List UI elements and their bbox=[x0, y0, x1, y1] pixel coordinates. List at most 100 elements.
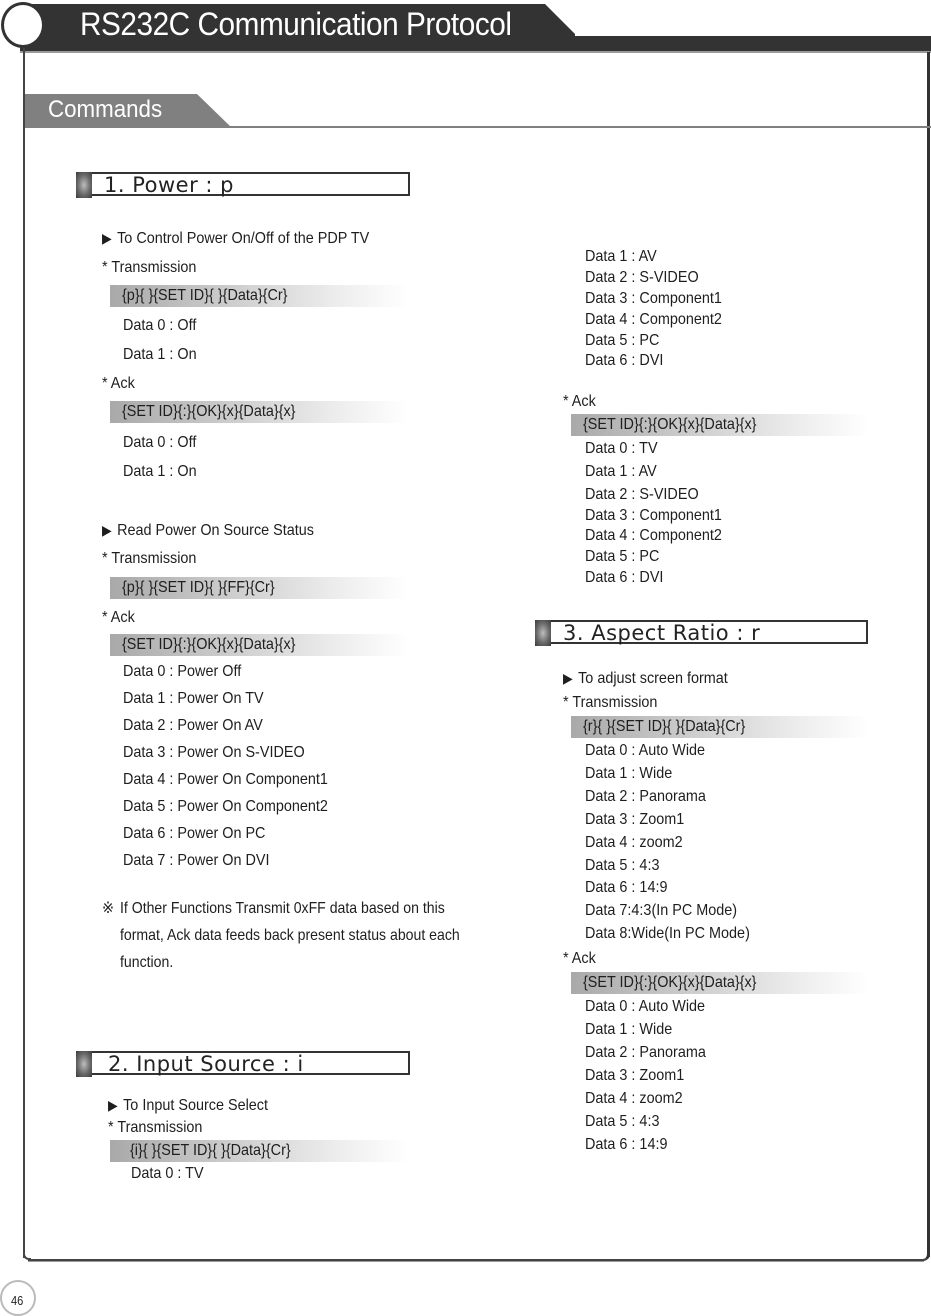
data-line: Data 5 : 4:3 bbox=[585, 1113, 660, 1130]
code-box: {SET ID}{:}{OK}{x}{Data}{x} bbox=[110, 401, 408, 423]
data-line: Data 4 : zoom2 bbox=[585, 1090, 683, 1107]
data-line: Data 4 : Component2 bbox=[585, 311, 722, 328]
code-text: {SET ID}{:}{OK}{x}{Data}{x} bbox=[122, 403, 296, 420]
data-line: Data 3 : Component1 bbox=[585, 507, 722, 524]
play-arrow-icon: ▶ bbox=[563, 670, 573, 686]
data-line: Data 0 : Off bbox=[123, 434, 197, 451]
data-line: Data 6 : 14:9 bbox=[585, 1136, 668, 1153]
data-line: Data 0 : TV bbox=[585, 440, 658, 457]
data-line: Data 0 : Power Off bbox=[123, 663, 242, 680]
section-title: Commands bbox=[48, 96, 163, 123]
frame-corner bbox=[23, 1252, 31, 1260]
bullet-line: ▶ To adjust screen format bbox=[563, 669, 728, 688]
description: To adjust screen format bbox=[578, 670, 728, 687]
bullet-line: ▶ To Input Source Select bbox=[108, 1096, 268, 1115]
data-line: Data 0 : Auto Wide bbox=[585, 742, 706, 759]
code-text: {r}{ }{SET ID}{ }{Data}{Cr} bbox=[583, 718, 746, 735]
ack-label: * Ack bbox=[102, 375, 135, 392]
data-line: Data 3 : Zoom1 bbox=[585, 811, 685, 828]
section-heading-power: 1. Power : p bbox=[76, 172, 410, 198]
page-number-badge: 46 bbox=[0, 1280, 36, 1316]
section-heading-label: 2. Input Source : i bbox=[108, 1052, 304, 1076]
data-line: Data 4 : zoom2 bbox=[585, 834, 683, 851]
play-arrow-icon: ▶ bbox=[102, 522, 112, 538]
data-line: Data 5 : PC bbox=[585, 548, 660, 565]
data-line: Data 7:4:3(In PC Mode) bbox=[585, 902, 738, 919]
section-heading-input-source: 2. Input Source : i bbox=[76, 1051, 410, 1077]
data-line: Data 7 : Power On DVI bbox=[123, 852, 270, 869]
code-text: {SET ID}{:}{OK}{x}{Data}{x} bbox=[122, 636, 296, 653]
frame-bottom-border bbox=[28, 1259, 924, 1261]
transmission-label: * Transmission bbox=[563, 694, 658, 711]
data-line: Data 1 : On bbox=[123, 463, 197, 480]
code-box: {p}{ }{SET ID}{ }{FF}{Cr} bbox=[110, 577, 408, 599]
frame-left-border bbox=[23, 48, 25, 1258]
play-arrow-icon: ▶ bbox=[102, 230, 112, 246]
section-knob-icon bbox=[76, 172, 92, 198]
transmission-label: * Transmission bbox=[102, 550, 197, 567]
data-line: Data 2 : Panorama bbox=[585, 1044, 706, 1061]
code-text: {SET ID}{:}{OK}{x}{Data}{x} bbox=[583, 974, 757, 991]
page-title: RS232C Communication Protocol bbox=[80, 6, 512, 42]
section-heading-label: 3. Aspect Ratio : r bbox=[563, 621, 761, 645]
transmission-label: * Transmission bbox=[102, 259, 197, 276]
section-heading-aspect-ratio: 3. Aspect Ratio : r bbox=[535, 620, 868, 646]
frame-corner bbox=[921, 1250, 930, 1261]
data-line: Data 3 : Component1 bbox=[585, 290, 722, 307]
data-line: Data 2 : Panorama bbox=[585, 788, 706, 805]
commands-underline bbox=[25, 126, 931, 128]
code-box: {SET ID}{:}{OK}{x}{Data}{x} bbox=[571, 414, 869, 436]
description: To Input Source Select bbox=[123, 1097, 268, 1114]
data-line: Data 1 : Wide bbox=[585, 1021, 673, 1038]
code-box: {i}{ }{SET ID}{ }{Data}{Cr} bbox=[110, 1140, 408, 1162]
note-text: If Other Functions Transmit 0xFF data ba… bbox=[120, 900, 460, 971]
bullet-line: ▶ Read Power On Source Status bbox=[102, 521, 314, 540]
ack-label: * Ack bbox=[102, 609, 135, 626]
data-line: Data 8:Wide(In PC Mode) bbox=[585, 925, 750, 942]
code-text: {i}{ }{SET ID}{ }{Data}{Cr} bbox=[130, 1142, 291, 1159]
data-line: Data 2 : S-VIDEO bbox=[585, 269, 699, 286]
data-line: Data 1 : Power On TV bbox=[123, 690, 264, 707]
code-box: {SET ID}{:}{OK}{x}{Data}{x} bbox=[571, 972, 869, 994]
description: Read Power On Source Status bbox=[117, 522, 315, 539]
data-line: Data 1 : AV bbox=[585, 463, 657, 480]
data-line: Data 1 : AV bbox=[585, 248, 657, 265]
code-text: {SET ID}{:}{OK}{x}{Data}{x} bbox=[583, 416, 757, 433]
data-line: Data 2 : Power On AV bbox=[123, 717, 263, 734]
data-line: Data 1 : Wide bbox=[585, 765, 673, 782]
play-arrow-icon: ▶ bbox=[108, 1097, 118, 1113]
bullet-line: ▶ To Control Power On/Off of the PDP TV bbox=[102, 229, 369, 248]
section-knob-icon bbox=[535, 620, 551, 646]
data-line: Data 4 : Component2 bbox=[585, 527, 722, 544]
section-knob-icon bbox=[76, 1051, 92, 1077]
data-line: Data 4 : Power On Component1 bbox=[123, 771, 328, 788]
transmission-label: * Transmission bbox=[108, 1119, 203, 1136]
data-line: Data 5 : 4:3 bbox=[585, 857, 660, 874]
code-text: {p}{ }{SET ID}{ }{Data}{Cr} bbox=[122, 287, 288, 304]
data-line: Data 6 : DVI bbox=[585, 569, 664, 586]
note-symbol-icon: ※ bbox=[102, 900, 115, 917]
data-line: Data 2 : S-VIDEO bbox=[585, 486, 699, 503]
frame-right-border bbox=[927, 52, 930, 1257]
data-line: Data 5 : PC bbox=[585, 332, 660, 349]
data-line: Data 0 : Auto Wide bbox=[585, 998, 706, 1015]
data-line: Data 3 : Power On S-VIDEO bbox=[123, 744, 305, 761]
data-line: Data 6 : 14:9 bbox=[585, 879, 668, 896]
data-line: Data 6 : DVI bbox=[585, 352, 664, 369]
data-line: Data 3 : Zoom1 bbox=[585, 1067, 685, 1084]
section-heading-label: 1. Power : p bbox=[104, 173, 234, 197]
code-box: {r}{ }{SET ID}{ }{Data}{Cr} bbox=[571, 716, 869, 738]
data-line: Data 0 : TV bbox=[131, 1165, 204, 1182]
code-box: {SET ID}{:}{OK}{x}{Data}{x} bbox=[110, 634, 408, 656]
description: To Control Power On/Off of the PDP TV bbox=[117, 230, 370, 247]
code-box: {p}{ }{SET ID}{ }{Data}{Cr} bbox=[110, 285, 408, 307]
data-line: Data 5 : Power On Component2 bbox=[123, 798, 328, 815]
ack-label: * Ack bbox=[563, 393, 596, 410]
header-underline bbox=[20, 51, 931, 53]
data-line: Data 1 : On bbox=[123, 346, 197, 363]
data-line: Data 0 : Off bbox=[123, 317, 197, 334]
data-line: Data 6 : Power On PC bbox=[123, 825, 266, 842]
code-text: {p}{ }{SET ID}{ }{FF}{Cr} bbox=[122, 579, 275, 596]
ack-label: * Ack bbox=[563, 950, 596, 967]
header-circle-icon bbox=[1, 2, 45, 48]
